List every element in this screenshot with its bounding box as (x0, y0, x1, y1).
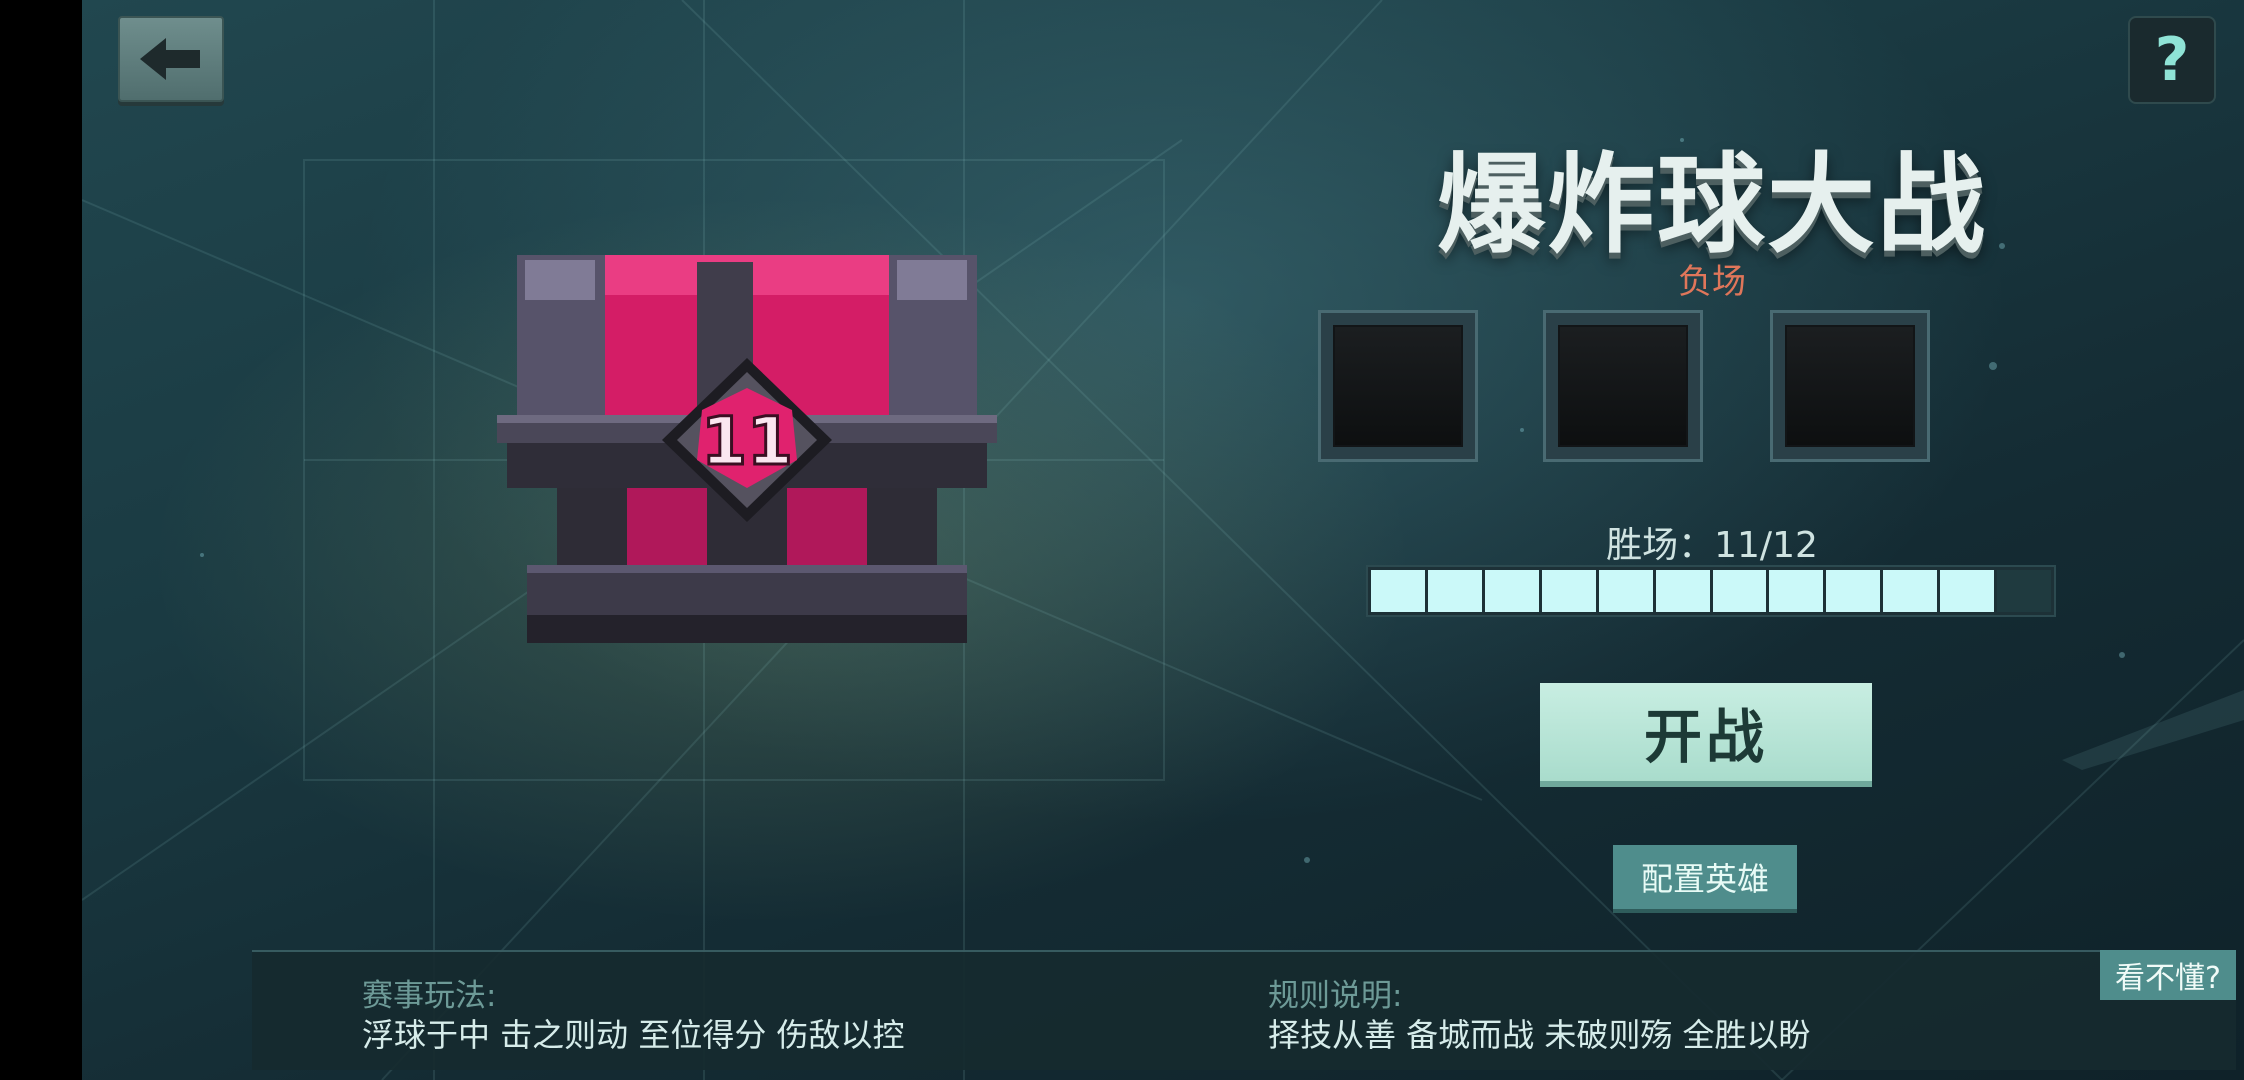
rules-label: 规则说明: (1268, 978, 1403, 1014)
progress-segment (1997, 570, 2052, 612)
help-button[interactable]: ? (2128, 16, 2216, 104)
chest-level-number: 11 (701, 403, 793, 480)
back-arrow-icon (140, 38, 200, 80)
configure-heroes-button[interactable]: 配置英雄 (1613, 845, 1797, 913)
rules-text: 择技从善 备城而战 未破则殇 全胜以盼 (1268, 1016, 1811, 1054)
back-button[interactable] (118, 16, 224, 102)
progress-segment (1427, 570, 1482, 612)
gameplay-label: 赛事玩法: (362, 978, 497, 1014)
page-title: 爆炸球大战 (1436, 143, 1987, 268)
progress-segment (1541, 570, 1596, 612)
progress-segment (1598, 570, 1653, 612)
start-battle-button[interactable]: 开战 (1540, 683, 1872, 787)
gameplay-text: 浮球于中 击之则动 至位得分 伤敌以控 (362, 1016, 905, 1054)
game-area: ? 11 爆炸球大战 负场 胜场：11/12 开战 配置英雄 赛事玩法: 浮球于… (82, 0, 2244, 1080)
loss-label: 负场 (1678, 262, 1746, 302)
progress-segment (1769, 570, 1824, 612)
progress-segment (1883, 570, 1938, 612)
progress-segment (1712, 570, 1767, 612)
info-panel: 赛事玩法: 浮球于中 击之则动 至位得分 伤敌以控 规则说明: 择技从善 备城而… (252, 950, 2236, 1070)
wins-progress-bar (1366, 565, 2056, 617)
help-icon: ? (2154, 25, 2190, 95)
dont-understand-button[interactable]: 看不懂? (2100, 950, 2236, 1000)
loss-slot (1318, 310, 1478, 462)
wins-label: 胜场：11/12 (1606, 525, 1818, 566)
progress-segment (1655, 570, 1710, 612)
progress-segment (1940, 570, 1995, 612)
screen: ? 11 爆炸球大战 负场 胜场：11/12 开战 配置英雄 赛事玩法: 浮球于… (0, 0, 2244, 1080)
loss-slot (1543, 310, 1703, 462)
progress-segment (1484, 570, 1539, 612)
loss-slot (1770, 310, 1930, 462)
progress-segment (1371, 570, 1425, 612)
progress-segment (1826, 570, 1881, 612)
chest-icon: 11 (497, 255, 997, 643)
